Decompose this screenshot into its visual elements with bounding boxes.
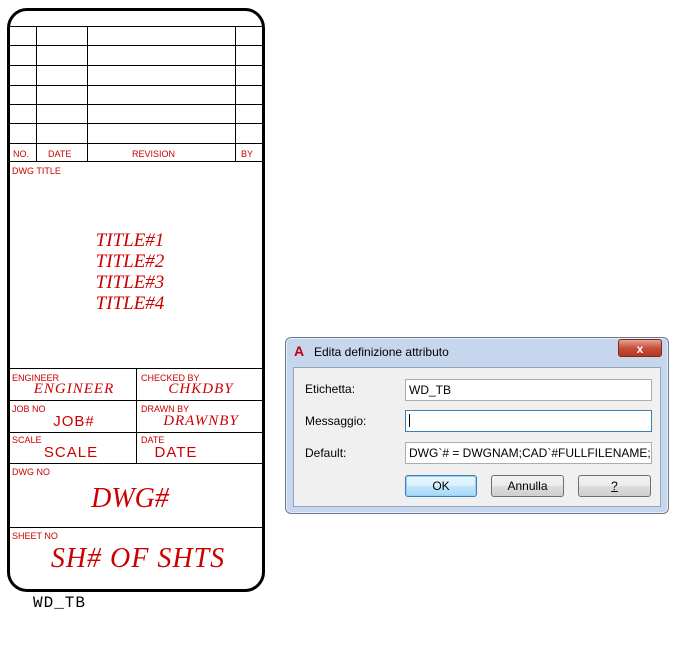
text-caret bbox=[409, 414, 410, 428]
ok-button[interactable]: OK bbox=[405, 475, 477, 497]
scale-value: SCALE bbox=[43, 444, 99, 461]
grid-line bbox=[235, 26, 236, 161]
default-input-value: DWG`# = DWGNAM;CAD`#FULLFILENAME;SH bbox=[409, 446, 652, 460]
help-button[interactable]: ? bbox=[578, 475, 651, 497]
grid-line bbox=[10, 65, 262, 66]
grid-line bbox=[87, 26, 88, 161]
tag-label: Etichetta: bbox=[305, 382, 356, 396]
block-name-label: WD_TB bbox=[33, 594, 87, 612]
job-no-value: JOB# bbox=[53, 413, 95, 430]
cancel-button-label: Annulla bbox=[507, 479, 548, 493]
ok-button-label: OK bbox=[432, 479, 450, 493]
prompt-label: Messaggio: bbox=[305, 414, 367, 428]
dialog-titlebar[interactable]: A Edita definizione attributo x bbox=[286, 338, 668, 366]
engineer-value: ENGINEER bbox=[33, 381, 115, 397]
rev-header-by: BY bbox=[241, 149, 254, 159]
date-value: DATE bbox=[154, 444, 198, 461]
cancel-button[interactable]: Annulla bbox=[491, 475, 564, 497]
grid-line bbox=[10, 85, 262, 86]
title-line-2: TITLE#2 bbox=[95, 251, 165, 272]
close-button[interactable]: x bbox=[618, 339, 662, 357]
autocad-icon: A bbox=[294, 343, 305, 359]
prompt-input[interactable] bbox=[405, 410, 652, 432]
grid-line bbox=[10, 527, 262, 528]
dwg-title-lines: TITLE#1 TITLE#2 TITLE#3 TITLE#4 bbox=[10, 230, 250, 314]
default-input[interactable]: DWG`# = DWGNAM;CAD`#FULLFILENAME;SH bbox=[405, 442, 652, 464]
dwg-title-label: DWG TITLE bbox=[12, 166, 61, 176]
help-button-label: ? bbox=[611, 479, 618, 493]
close-icon: x bbox=[636, 342, 644, 356]
rev-header-date: DATE bbox=[48, 149, 72, 159]
tag-input[interactable]: WD_TB bbox=[405, 379, 652, 401]
drawn-by-value: DRAWNBY bbox=[163, 413, 239, 429]
title-block: NO. DATE REVISION BY DWG TITLE TITLE#1 T… bbox=[7, 8, 265, 592]
grid-line bbox=[10, 45, 262, 46]
sheet-no-value: SH# OF SHTS bbox=[50, 543, 226, 574]
tag-input-value: WD_TB bbox=[409, 383, 451, 397]
dwg-no-label: DWG NO bbox=[12, 467, 50, 477]
title-line-4: TITLE#4 bbox=[95, 293, 165, 314]
grid-line bbox=[10, 143, 262, 144]
edit-attribute-dialog: A Edita definizione attributo x Etichett… bbox=[285, 337, 669, 514]
grid-line bbox=[10, 104, 262, 105]
checked-by-value: CHKDBY bbox=[168, 381, 234, 397]
title-line-1: TITLE#1 bbox=[95, 230, 165, 251]
grid-line bbox=[10, 161, 262, 162]
grid-line bbox=[10, 463, 262, 464]
dwg-no-value: DWG# bbox=[91, 483, 169, 514]
rev-header-no: NO. bbox=[13, 149, 30, 159]
grid-line bbox=[36, 26, 37, 161]
grid-line bbox=[10, 26, 262, 27]
dialog-title: Edita definizione attributo bbox=[314, 345, 449, 359]
grid-line bbox=[10, 123, 262, 124]
default-label: Default: bbox=[305, 446, 347, 460]
title-line-3: TITLE#3 bbox=[95, 272, 165, 293]
sheet-no-label: SHEET NO bbox=[12, 531, 58, 541]
rev-header-revision: REVISION bbox=[132, 149, 176, 159]
